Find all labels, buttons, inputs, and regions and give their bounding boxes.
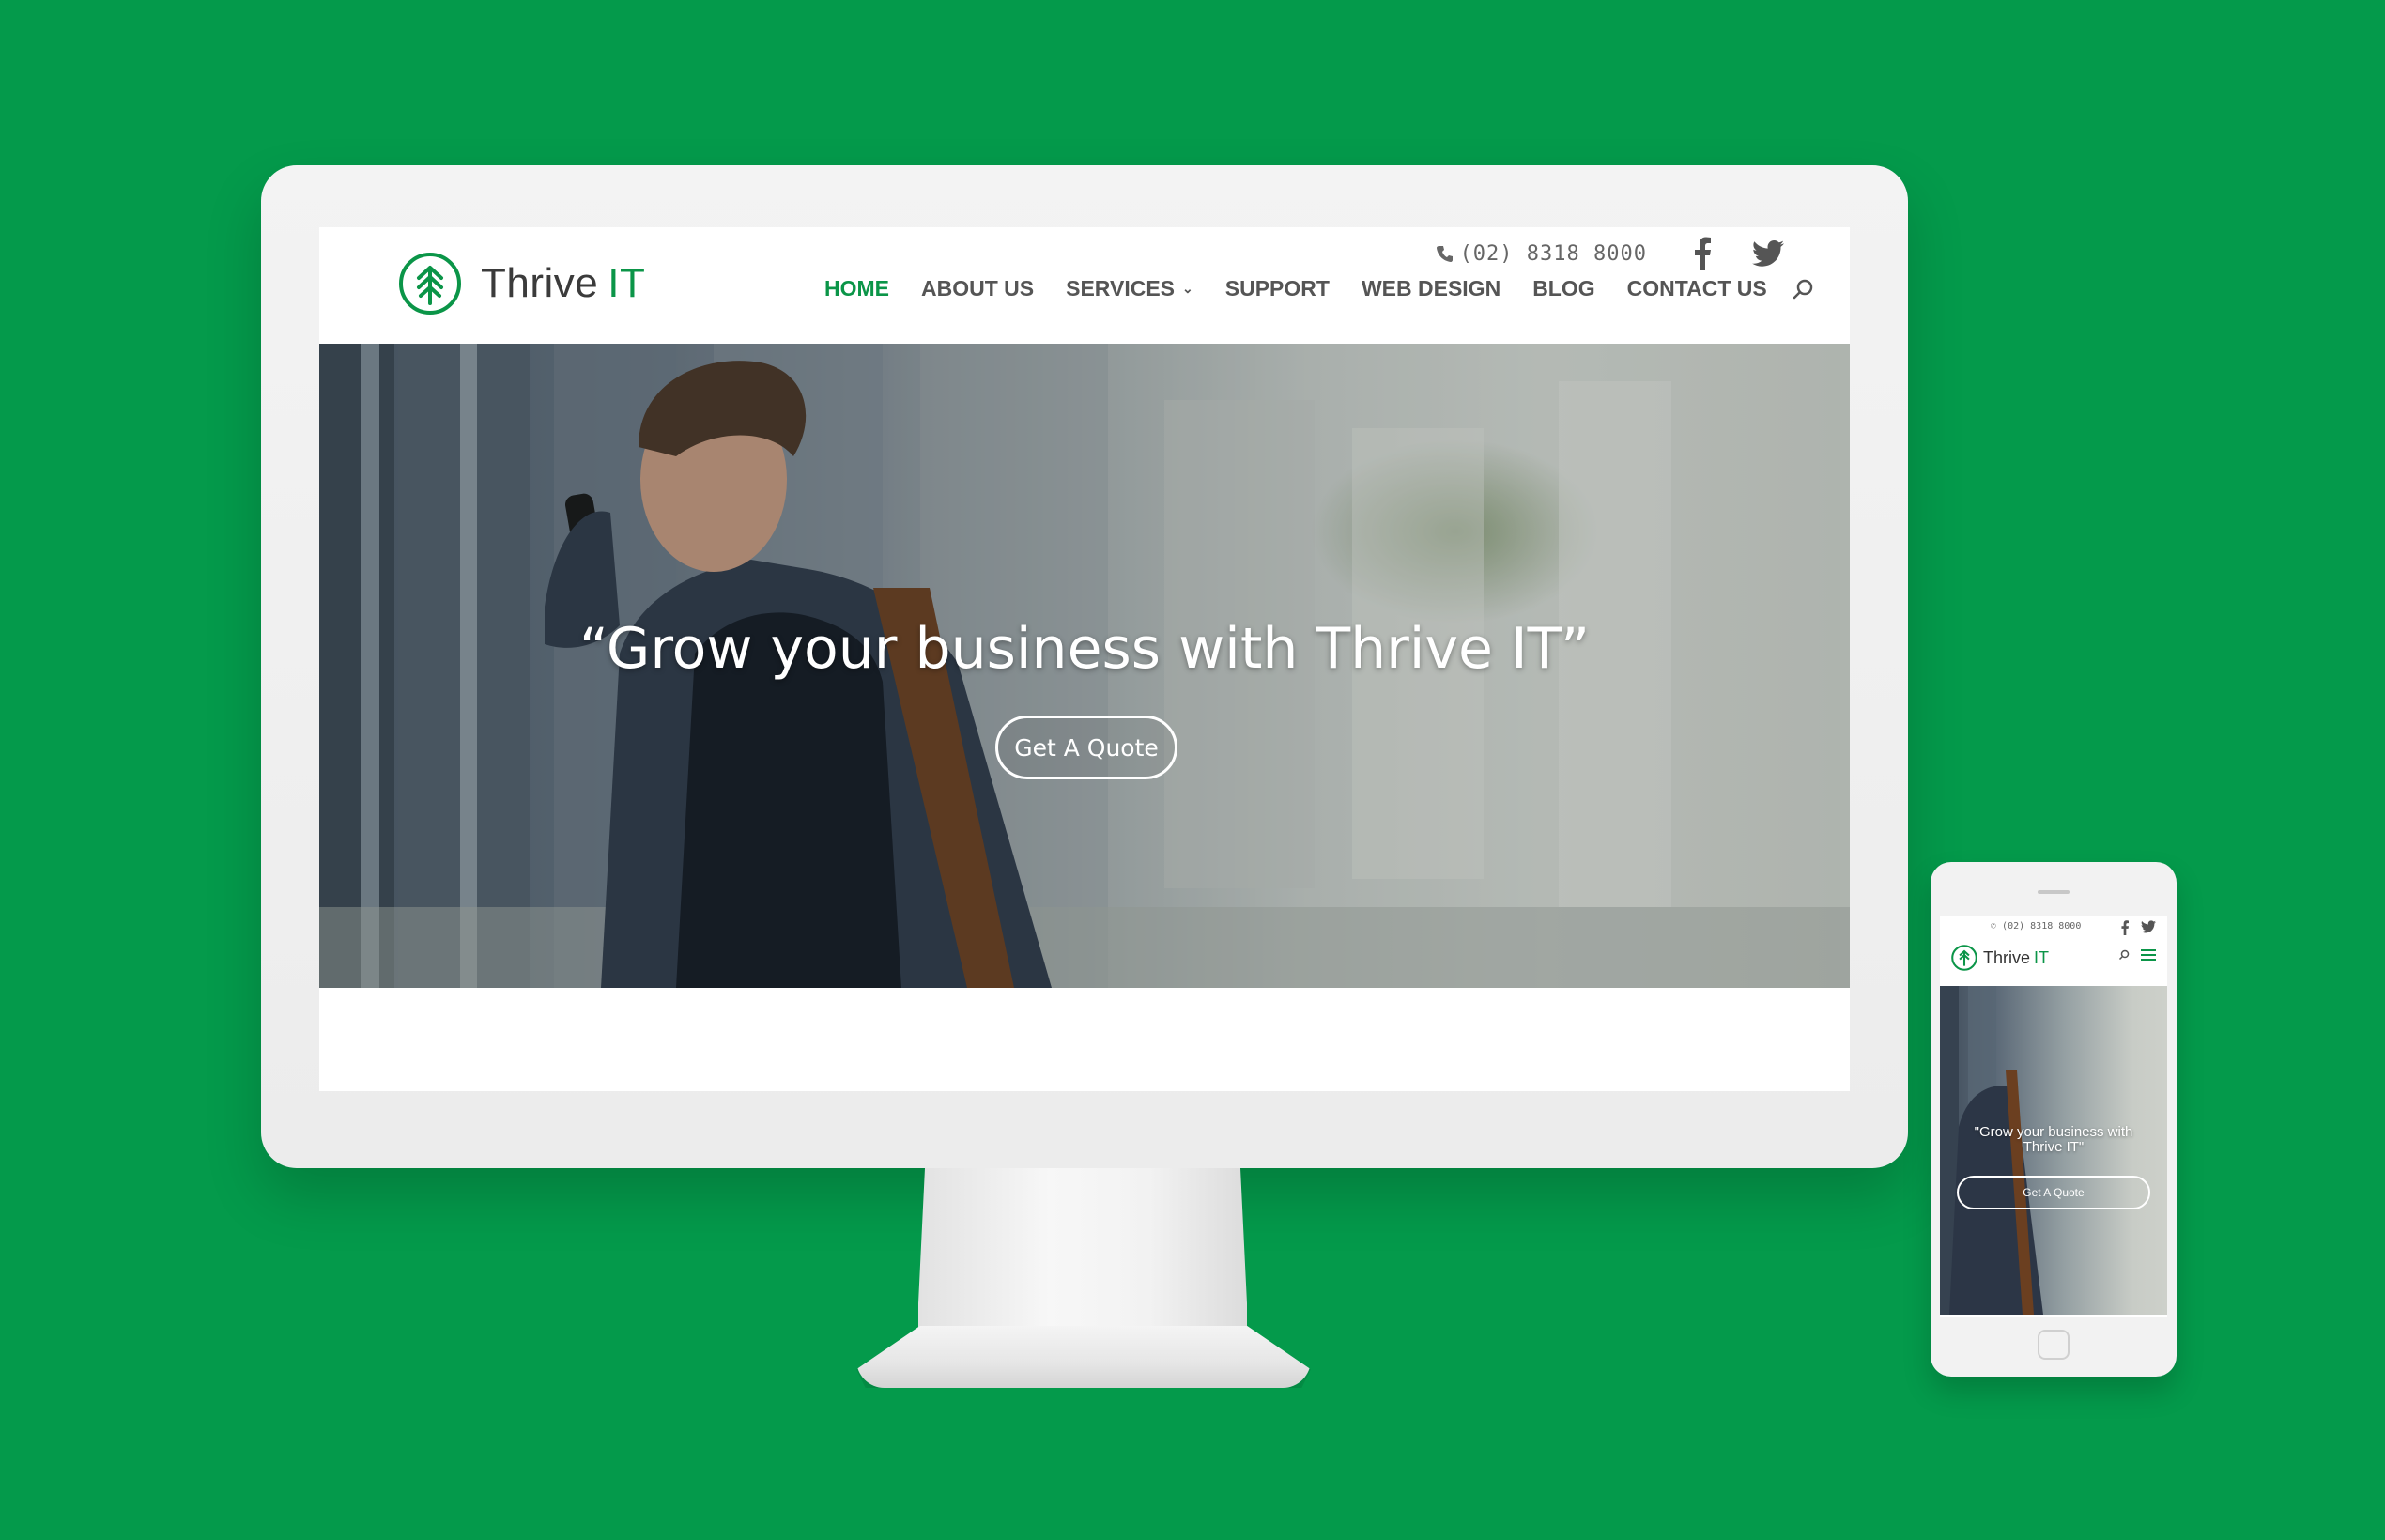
- get-a-quote-button[interactable]: Get A Quote: [995, 716, 1177, 779]
- search-icon[interactable]: [2118, 949, 2130, 961]
- hamburger-menu-icon[interactable]: [2141, 948, 2156, 962]
- nav-services-label: SERVICES: [1066, 276, 1176, 300]
- nav-about-us[interactable]: ABOUT US: [921, 276, 1034, 301]
- monitor-stand-base: [856, 1326, 1311, 1388]
- desktop-screen: Thrive IT (02) 8318 8000 HOME ABOUT US SE…: [319, 227, 1850, 1091]
- nav-contact-us[interactable]: CONTACT US: [1627, 276, 1767, 301]
- hero-headline: “Grow your business with Thrive IT”: [578, 616, 1591, 682]
- mobile-hero-banner: "Grow your business with Thrive IT" Get A…: [1940, 986, 2167, 1315]
- nav-blog[interactable]: BLOG: [1532, 276, 1594, 301]
- mobile-phone-number[interactable]: ✆ (02) 8318 8000: [1991, 921, 2081, 932]
- tree-arrow-logo-icon: [1951, 945, 1977, 971]
- phone-home-button: [2038, 1330, 2070, 1360]
- mobile-tools: [2118, 948, 2156, 962]
- mobile-social: [2120, 920, 2156, 935]
- facebook-icon[interactable]: [2120, 920, 2130, 935]
- mobile-logo[interactable]: Thrive IT: [1951, 945, 2049, 971]
- hero-banner: “Grow your business with Thrive IT” Get …: [319, 344, 1850, 988]
- twitter-icon[interactable]: [1752, 240, 1784, 267]
- facebook-icon[interactable]: [1692, 237, 1713, 270]
- top-bar: (02) 8318 8000: [1436, 237, 1784, 270]
- phone-icon: [1436, 246, 1453, 262]
- site-header: Thrive IT (02) 8318 8000 HOME ABOUT US SE…: [319, 227, 1850, 344]
- mobile-header: ✆ (02) 8318 8000 Thrive IT: [1940, 916, 2167, 984]
- twitter-icon[interactable]: [2141, 920, 2156, 933]
- main-nav: HOME ABOUT US SERVICES ⌄ SUPPORT WEB DESI…: [824, 276, 1814, 301]
- phone-number[interactable]: (02) 8318 8000: [1436, 242, 1647, 266]
- nav-home[interactable]: HOME: [824, 276, 889, 301]
- phone-speaker: [2038, 890, 2070, 894]
- mobile-screen: ✆ (02) 8318 8000 Thrive IT "Grow your bu…: [1940, 916, 2167, 1317]
- mobile-phone: ✆ (02) 8318 8000 Thrive IT "Grow your bu…: [1931, 862, 2177, 1377]
- tree-arrow-logo-icon: [399, 253, 461, 315]
- search-icon[interactable]: [1792, 278, 1814, 300]
- nav-support[interactable]: SUPPORT: [1225, 276, 1330, 301]
- mobile-logo-text: Thrive IT: [1983, 947, 2050, 967]
- mobile-hero-headline: "Grow your business with Thrive IT": [1974, 1124, 2133, 1155]
- chevron-down-icon: ⌄: [1182, 281, 1193, 296]
- site-logo[interactable]: Thrive IT: [398, 252, 645, 316]
- logo-text: Thrive IT: [481, 260, 646, 306]
- nav-services[interactable]: SERVICES ⌄: [1066, 276, 1193, 301]
- mobile-get-a-quote-button[interactable]: Get A Quote: [1957, 1176, 2150, 1209]
- nav-web-design[interactable]: WEB DESIGN: [1362, 276, 1500, 301]
